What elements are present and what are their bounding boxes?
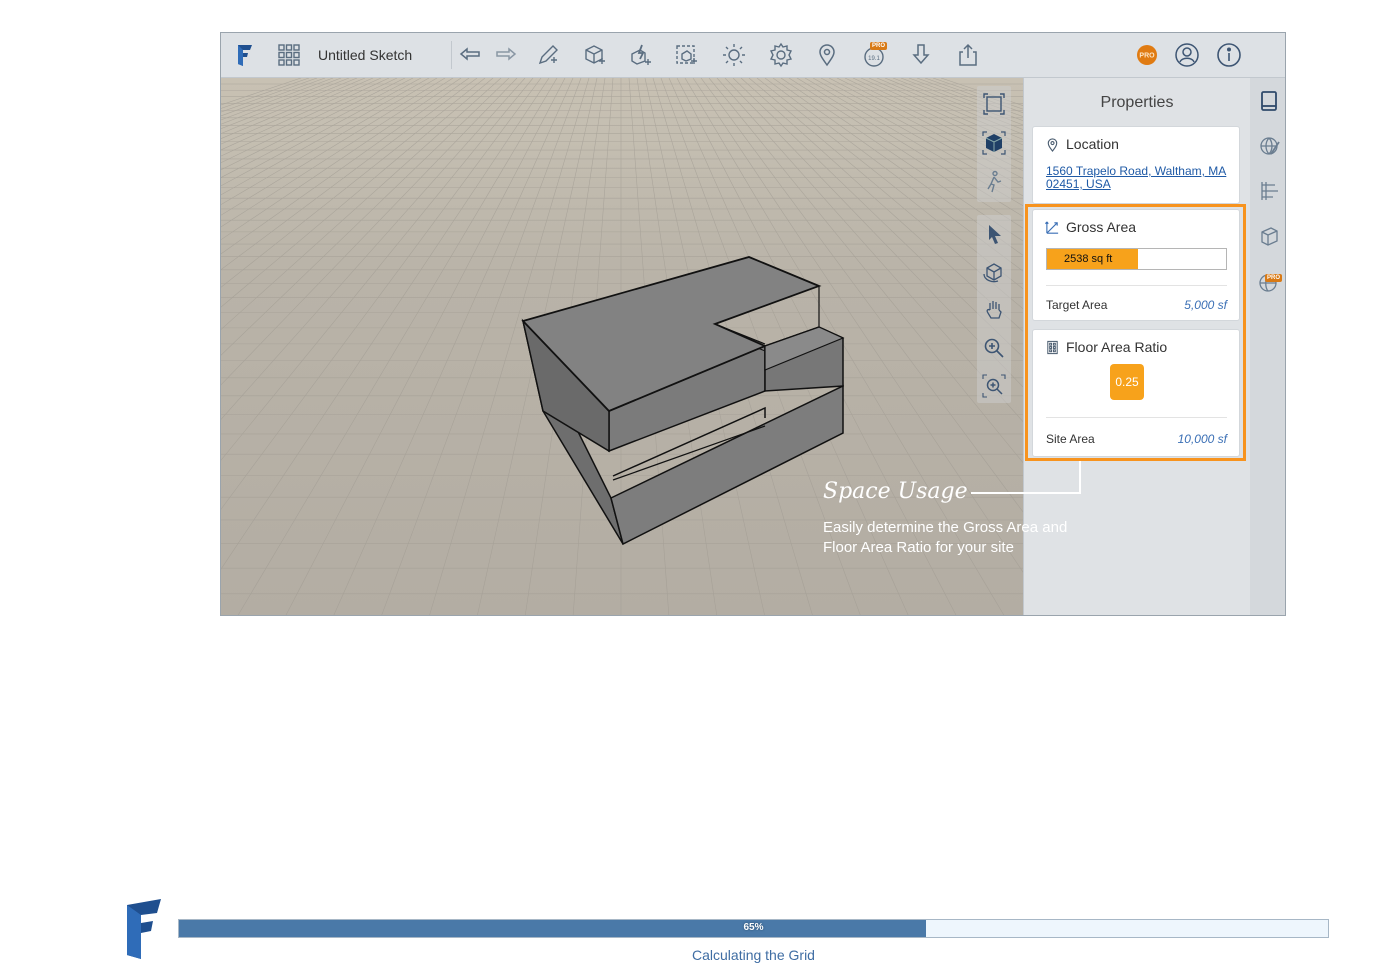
- building-icon: [1047, 340, 1058, 354]
- levels-icon[interactable]: [1254, 176, 1284, 206]
- location-card: Location 1560 Trapelo Road, Waltham, MA …: [1032, 126, 1240, 204]
- pro-tag: PRO: [870, 42, 888, 50]
- sun-icon[interactable]: [718, 39, 750, 71]
- target-area-label: Target Area: [1046, 298, 1108, 312]
- floor-area-ratio-card: Floor Area Ratio 0.25 Site Area 10,000 s…: [1032, 329, 1240, 457]
- location-header: Location: [1045, 136, 1119, 152]
- gross-area-label: Gross Area: [1066, 219, 1137, 235]
- callout-title: Space Usage: [823, 479, 968, 504]
- far-header: Floor Area Ratio: [1045, 339, 1167, 355]
- properties-tablet-icon[interactable]: [1254, 86, 1284, 116]
- callout-connector: [971, 492, 1081, 494]
- add-box-icon[interactable]: [578, 39, 610, 71]
- walk-icon[interactable]: [978, 166, 1010, 198]
- right-tool-rail: PRO: [1250, 78, 1285, 615]
- formit-logo-icon: [127, 899, 161, 959]
- zoom-window-icon[interactable]: [978, 370, 1010, 402]
- group-icon[interactable]: [670, 39, 702, 71]
- formit-logo-icon[interactable]: [229, 39, 261, 71]
- timer-label: 19.1: [868, 56, 880, 62]
- far-label: Floor Area Ratio: [1066, 339, 1168, 355]
- share-icon[interactable]: [952, 39, 984, 71]
- user-icon[interactable]: [1171, 39, 1203, 71]
- sketch-title[interactable]: Untitled Sketch: [318, 47, 412, 63]
- site-area-label: Site Area: [1046, 432, 1095, 446]
- location-address-link[interactable]: 1560 Trapelo Road, Waltham, MA 02451, US…: [1046, 165, 1232, 191]
- pro-badge-icon[interactable]: PRO: [1131, 39, 1163, 71]
- gross-area-header: Gross Area: [1045, 219, 1136, 235]
- callout-connector-vertical: [1079, 461, 1081, 494]
- building-mass[interactable]: [521, 256, 845, 546]
- target-area-value[interactable]: 5,000 sf: [1184, 298, 1227, 312]
- location-pin-icon: [1047, 137, 1058, 152]
- far-value-badge: 0.25: [1110, 364, 1144, 400]
- quick-tools-icon[interactable]: [624, 39, 656, 71]
- select-arrow-icon[interactable]: [978, 218, 1010, 250]
- loading-status: Calculating the Grid: [692, 947, 815, 963]
- info-icon[interactable]: [1213, 39, 1245, 71]
- pro-badge-label: PRO: [1139, 53, 1155, 60]
- pan-hand-icon[interactable]: [978, 294, 1010, 326]
- gross-area-value: 2538 sq ft: [1064, 253, 1113, 265]
- zoom-icon[interactable]: [978, 332, 1010, 364]
- location-label: Location: [1066, 136, 1119, 152]
- toolbar-divider: [451, 41, 452, 69]
- loading-progress-bar: 65%: [178, 919, 1329, 938]
- properties-title: Properties: [1100, 94, 1174, 111]
- callout-description: Easily determine the Gross Area and Floo…: [823, 519, 1068, 556]
- location-pin-icon[interactable]: [811, 39, 843, 71]
- undo-icon[interactable]: [454, 39, 486, 71]
- gross-area-card: Gross Area 2538 sq ft Target Area 5,000 …: [1032, 209, 1240, 321]
- redo-icon[interactable]: [490, 39, 522, 71]
- settings-icon[interactable]: [765, 39, 797, 71]
- zoom-extents-icon[interactable]: [978, 88, 1010, 120]
- rail-pro-tag: PRO: [1265, 274, 1283, 282]
- gross-area-bar: 2538 sq ft: [1046, 248, 1227, 270]
- grid-menu-icon[interactable]: [273, 39, 305, 71]
- main-toolbar: Untitled Sketch 19.1 PRO PRO: [221, 33, 1285, 78]
- site-area-value[interactable]: 10,000 sf: [1178, 432, 1227, 446]
- card-divider: [1046, 417, 1227, 418]
- loading-progress-text: 65%: [743, 922, 764, 933]
- area-arrows-icon: [1045, 221, 1059, 234]
- orbit-icon[interactable]: [978, 256, 1010, 288]
- card-divider: [1046, 285, 1227, 286]
- sketch-pen-icon[interactable]: [532, 39, 564, 71]
- download-icon[interactable]: [905, 39, 937, 71]
- view-cube-icon[interactable]: [978, 127, 1010, 159]
- materials-icon[interactable]: [1254, 221, 1284, 251]
- globe-layers-icon[interactable]: [1254, 131, 1284, 161]
- formit-app-window: Untitled Sketch 19.1 PRO PRO Properties …: [220, 32, 1286, 616]
